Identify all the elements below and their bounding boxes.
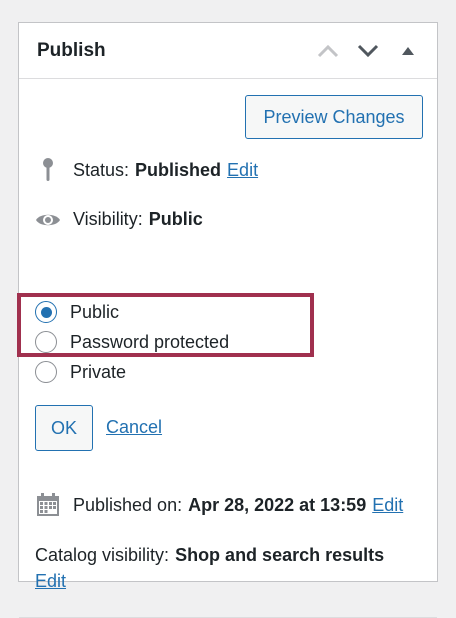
published-edit-link[interactable]: Edit [372,495,403,516]
calendar-icon [35,493,61,517]
toggle-panel-button[interactable] [395,38,421,64]
visibility-row: Visibility: Public [35,209,203,230]
highlight-box [17,293,314,357]
catalog-label: Catalog visibility: [35,545,170,565]
published-label: Published on: [73,494,183,515]
status-value: Published [135,159,222,180]
move-up-button[interactable] [315,38,341,64]
panel-title: Publish [37,39,106,61]
eye-icon [35,211,61,229]
ok-button[interactable]: OK [35,405,93,451]
chevron-down-icon [357,44,379,58]
cancel-link[interactable]: Cancel [106,417,162,438]
published-value: Apr 28, 2022 at 13:59 [188,494,367,515]
radio-private-label: Private [70,361,127,382]
preview-changes-button[interactable]: Preview Changes [245,95,423,139]
move-down-button[interactable] [355,38,381,64]
radio-private[interactable] [35,361,57,383]
catalog-edit-link[interactable]: Edit [35,571,66,592]
catalog-row: Catalog visibility: Shop and search resu… [35,545,384,566]
publish-panel: Publish Preview Changes Status: Publishe… [17,22,438,618]
status-edit-link[interactable]: Edit [227,160,258,181]
published-row: Published on: Apr 28, 2022 at 13:59 Edit [35,493,403,517]
cancel-row: Cancel [106,417,162,438]
chevron-up-icon [317,44,339,58]
status-label: Status: [73,159,130,180]
panel-header-actions [315,23,421,79]
catalog-edit-row: Edit [35,571,66,592]
triangle-up-icon [402,47,414,55]
catalog-value: Shop and search results [175,545,385,565]
visibility-value: Public [148,209,203,229]
visibility-label: Visibility: [73,209,143,229]
panel-header: Publish [19,23,437,79]
pin-icon [37,157,59,183]
status-row: Status: Published Edit [37,157,258,183]
radio-private-row[interactable]: Private [35,361,126,383]
